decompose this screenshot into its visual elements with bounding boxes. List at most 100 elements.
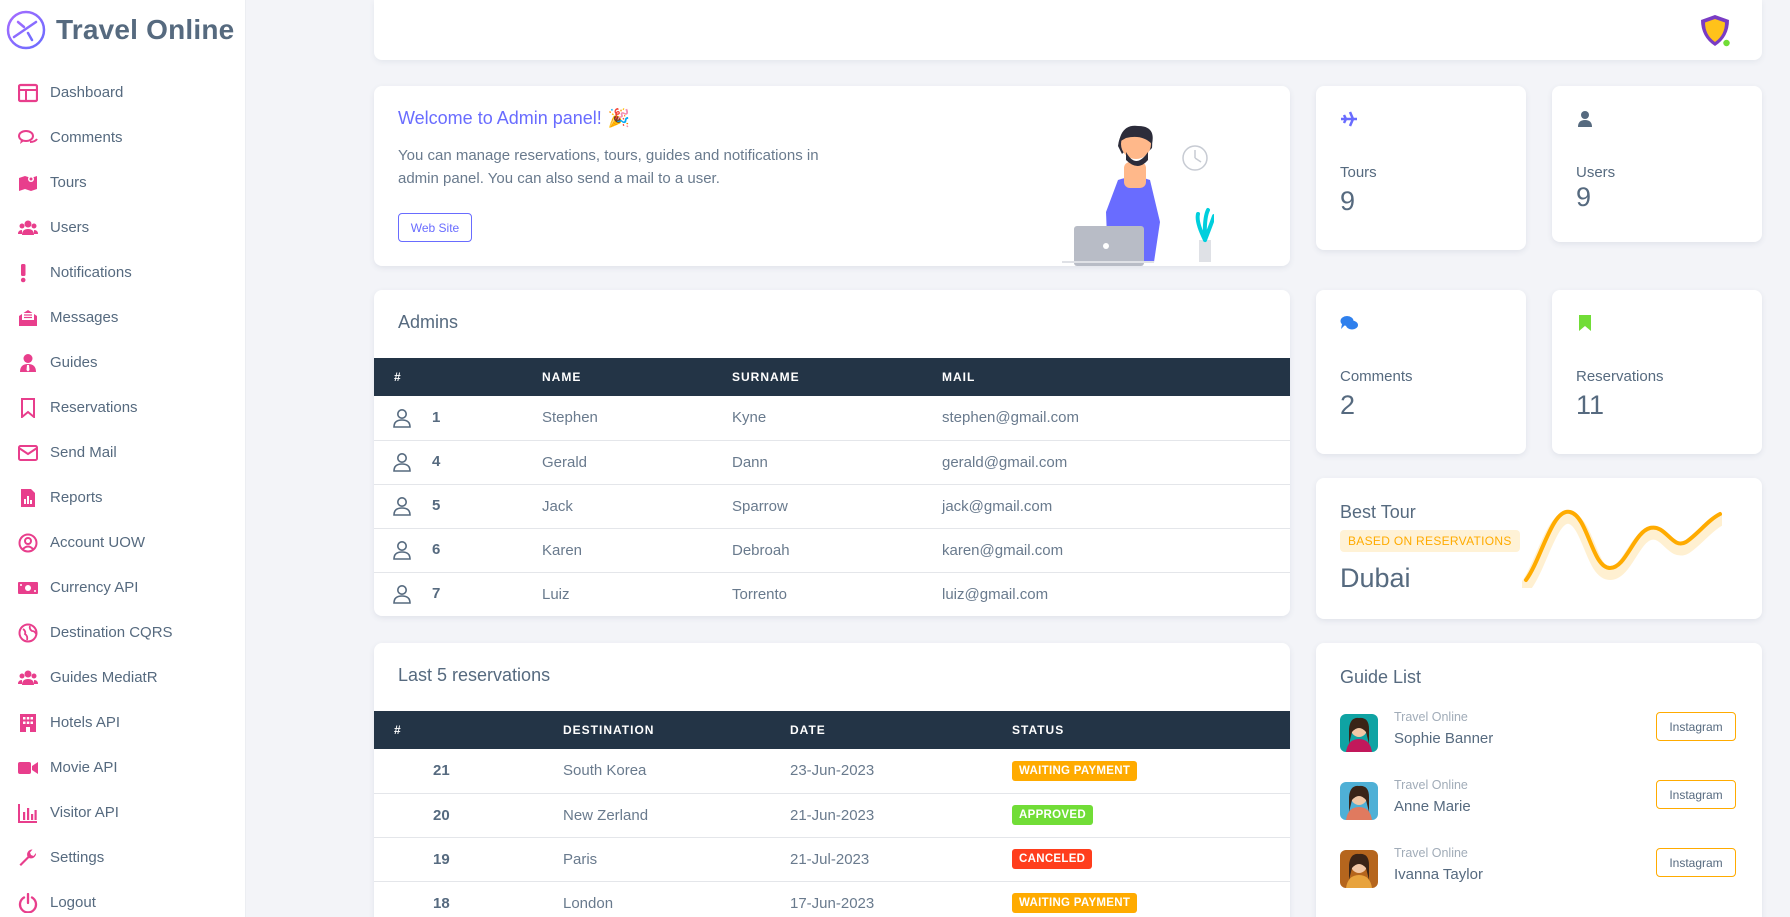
reservation-date: 21-Jun-2023 [790,806,875,824]
reservation-id: 19 [433,850,450,868]
sidebar-item-label: Settings [50,849,105,866]
table-row[interactable]: 6 Karen Debroah karen@gmail.com [374,528,1290,572]
stat-label: Users [1576,164,1616,181]
sidebar-item-guides[interactable]: Guides [0,340,245,385]
user-outline-icon [393,408,411,428]
table-row[interactable]: 20 New Zerland 21-Jun-2023 APPROVED [374,793,1290,837]
table-row[interactable]: 18 London 17-Jun-2023 WAITING PAYMENT [374,881,1290,917]
comments-icon [18,128,38,148]
money-bill-icon [18,578,38,598]
table-row[interactable]: 1 Stephen Kyne stephen@gmail.com [374,396,1290,440]
shield-icon[interactable] [1698,13,1732,49]
admin-surname: Debroah [732,541,790,559]
reservation-destination: London [563,894,614,912]
sidebar-item-label: Reports [50,489,103,506]
sidebar-item-account-uow[interactable]: Account UOW [0,520,245,565]
user-outline-icon [393,585,411,605]
user-outline-icon [393,453,411,472]
sidebar-item-logout[interactable]: Logout [0,880,245,917]
guide-list-title: Guide List [1340,667,1422,687]
column-header: # [394,370,402,384]
stat-card-tours[interactable]: Tours 9 [1316,86,1526,250]
admin-mail: luiz@gmail.com [942,585,1049,603]
status-badge: CANCELED [1012,849,1093,869]
admin-id-cell: 7 [374,572,542,616]
column-header: STATUS [1012,723,1065,737]
admin-name: Jack [542,497,573,515]
guide-company: Travel Online [1394,846,1468,860]
column-header: MAIL [942,370,976,384]
sidebar-item-visitor-api[interactable]: Visitor API [0,790,245,835]
sidebar-item-label: Destination CQRS [50,624,173,641]
sidebar-item-notifications[interactable]: Notifications [0,250,245,295]
avatar [1340,850,1378,888]
brand[interactable]: Travel Online [0,0,245,60]
sidebar-item-reservations[interactable]: Reservations [0,385,245,430]
report-file-icon [18,488,38,508]
best-tour-value: Dubai [1340,563,1411,593]
stat-label: Comments [1340,368,1413,385]
sidebar-item-guides-mediatr[interactable]: Guides MediatR [0,655,245,700]
sidebar-item-movie-api[interactable]: Movie API [0,745,245,790]
instagram-button[interactable]: Instagram [1656,848,1736,877]
stat-card-users[interactable]: Users 9 [1552,86,1762,242]
status-badge: WAITING PAYMENT [1012,760,1138,781]
admin-name: Luiz [542,585,570,603]
guide-name: Anne Marie [1394,798,1471,815]
wrench-icon [18,848,38,868]
reservation-id: 21 [433,762,450,780]
sidebar-item-label: Visitor API [50,804,119,821]
sidebar-item-reports[interactable]: Reports [0,475,245,520]
sidebar-item-label: Notifications [50,264,132,281]
status-badge: WAITING PAYMENT [1012,893,1138,914]
sidebar-item-label: Guides [50,354,98,371]
sidebar-item-hotels-api[interactable]: Hotels API [0,700,245,745]
sidebar-item-send-mail[interactable]: Send Mail [0,430,245,475]
table-row[interactable]: 21 South Korea 23-Jun-2023 WAITING PAYMENT [374,749,1290,793]
globe-icon [18,623,38,643]
sidebar-item-users[interactable]: Users [0,205,245,250]
table-row[interactable]: 5 Jack Sparrow jack@gmail.com [374,484,1290,528]
sidebar-item-currency-api[interactable]: Currency API [0,565,245,610]
sidebar-item-tours[interactable]: Tours [0,160,245,205]
status-badge: APPROVED [1012,805,1093,825]
reservations-title: Last 5 reservations [398,665,551,685]
table-row[interactable]: 4 Gerald Dann gerald@gmail.com [374,440,1290,484]
column-header: # [394,723,402,737]
reservation-destination: New Zerland [563,806,649,824]
table-header-row: # DESTINATION DATE STATUS [374,711,1290,749]
top-navbar [374,0,1762,60]
web-site-button[interactable]: Web Site [398,213,472,242]
reservation-date: 23-Jun-2023 [790,762,875,780]
sidebar-item-label: Account UOW [50,534,146,551]
sidebar-item-comments[interactable]: Comments [0,115,245,160]
guide-company: Travel Online [1394,710,1468,724]
sidebar-item-settings[interactable]: Settings [0,835,245,880]
user-circle-icon [18,533,38,553]
bar-chart-icon [18,803,38,823]
table-row[interactable]: 19 Paris 21-Jul-2023 CANCELED [374,837,1290,881]
guide-name: Ivanna Taylor [1394,866,1483,883]
sidebar-item-dashboard[interactable]: Dashboard [0,70,245,115]
video-icon [18,758,38,778]
guide-name: Sophie Banner [1394,730,1494,747]
admin-id: 5 [432,496,441,514]
sidebar-item-messages[interactable]: Messages [0,295,245,340]
column-header: NAME [542,370,582,384]
table-row[interactable]: 7 Luiz Torrento luiz@gmail.com [374,572,1290,616]
column-header: DESTINATION [563,723,655,737]
stat-card-reservations[interactable]: Reservations 11 [1552,290,1762,454]
sidebar: Travel Online Dashboard Comments Tours U… [0,0,246,917]
last-reservations-card: Last 5 reservations # DESTINATION DATE S… [374,643,1290,917]
reservations-table: # DESTINATION DATE STATUS 21 South Korea 2… [374,711,1290,917]
sidebar-item-destination-cqrs[interactable]: Destination CQRS [0,610,245,655]
welcome-title: Welcome to Admin panel! [398,108,602,128]
instagram-button[interactable]: Instagram [1656,712,1736,741]
guide-list-item: Travel Online Sophie Banner Instagram [1340,710,1736,754]
admin-id: 4 [432,452,441,470]
admin-mail: jack@gmail.com [942,497,1053,515]
user-outline-icon [393,497,411,516]
instagram-button[interactable]: Instagram [1656,780,1736,809]
best-tour-title: Best Tour [1340,502,1416,522]
stat-card-comments[interactable]: Comments 2 [1316,290,1526,454]
